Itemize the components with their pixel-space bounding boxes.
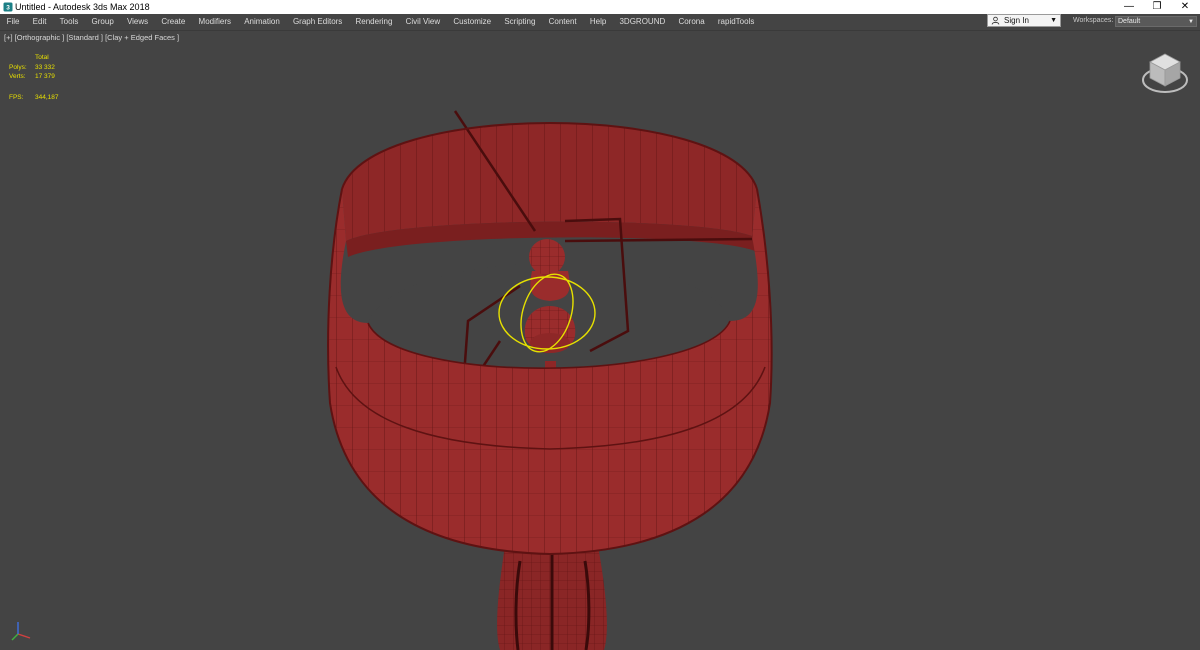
user-icon xyxy=(991,16,1000,25)
menu-item-corona[interactable]: Corona xyxy=(672,14,711,30)
stats-verts-value: 17 379 xyxy=(35,73,55,80)
viewcube-icon[interactable] xyxy=(1140,48,1190,98)
title-bar: 3 Untitled - Autodesk 3ds Max 2018 — ❐ ✕ xyxy=(0,0,1200,14)
stats-fps-value: 344,187 xyxy=(35,94,59,101)
menu-item-file[interactable]: File xyxy=(0,14,26,30)
menu-item-help[interactable]: Help xyxy=(583,14,613,30)
workspace-value: Default xyxy=(1118,18,1141,25)
menu-item-edit[interactable]: Edit xyxy=(26,14,53,30)
workspaces-label: Workspaces: xyxy=(1073,17,1114,24)
3dsmax-icon: 3 xyxy=(3,2,13,12)
main-menu: File Edit Tools Group Views Create Modifiers An… xyxy=(0,14,761,30)
menu-item-tools[interactable]: Tools xyxy=(53,14,85,30)
stats-polys-value: 33 332 xyxy=(35,64,55,71)
workspace-select[interactable]: Default ▼ xyxy=(1115,16,1197,27)
menu-item-animation[interactable]: Animation xyxy=(238,14,287,30)
sign-in-dropdown[interactable]: Sign In ▼ xyxy=(987,14,1061,27)
axis-tripod-icon xyxy=(11,622,31,641)
menu-item-scripting[interactable]: Scripting xyxy=(498,14,542,30)
menu-item-rapidtools[interactable]: rapidTools xyxy=(711,14,761,30)
menu-item-views[interactable]: Views xyxy=(120,14,154,30)
menu-item-content[interactable]: Content xyxy=(542,14,583,30)
menu-item-graph-editors[interactable]: Graph Editors xyxy=(286,14,349,30)
viewport-label-menu[interactable]: [+] [Orthographic ] [Standard ] [Clay + … xyxy=(4,33,179,43)
perspective-viewport[interactable]: [+] [Orthographic ] [Standard ] [Clay + … xyxy=(0,31,1200,650)
menu-item-customize[interactable]: Customize xyxy=(447,14,498,30)
menu-item-rendering[interactable]: Rendering xyxy=(349,14,399,30)
menu-item-create[interactable]: Create xyxy=(155,14,192,30)
stats-verts-label: Verts: xyxy=(9,73,26,80)
window-title: Untitled - Autodesk 3ds Max 2018 xyxy=(15,2,150,12)
close-button[interactable]: ✕ xyxy=(1170,0,1200,14)
chevron-down-icon: ▼ xyxy=(1050,17,1057,24)
menu-item-3dground[interactable]: 3DGROUND xyxy=(613,14,672,30)
stats-fps-label: FPS: xyxy=(9,94,24,101)
stats-polys-label: Polys: xyxy=(9,64,27,71)
minimize-button[interactable]: — xyxy=(1114,0,1144,14)
lamp-base[interactable] xyxy=(497,546,607,650)
restore-button[interactable]: ❐ xyxy=(1142,0,1172,14)
chevron-down-icon: ▼ xyxy=(1188,19,1194,25)
sign-in-label: Sign In xyxy=(1004,16,1029,25)
menu-item-modifiers[interactable]: Modifiers xyxy=(192,14,238,30)
menu-item-group[interactable]: Group xyxy=(85,14,120,30)
stats-total-label: Total xyxy=(35,54,49,61)
scene-canvas[interactable] xyxy=(0,31,1200,650)
menu-item-civil-view[interactable]: Civil View xyxy=(399,14,447,30)
svg-text:3: 3 xyxy=(6,5,10,12)
